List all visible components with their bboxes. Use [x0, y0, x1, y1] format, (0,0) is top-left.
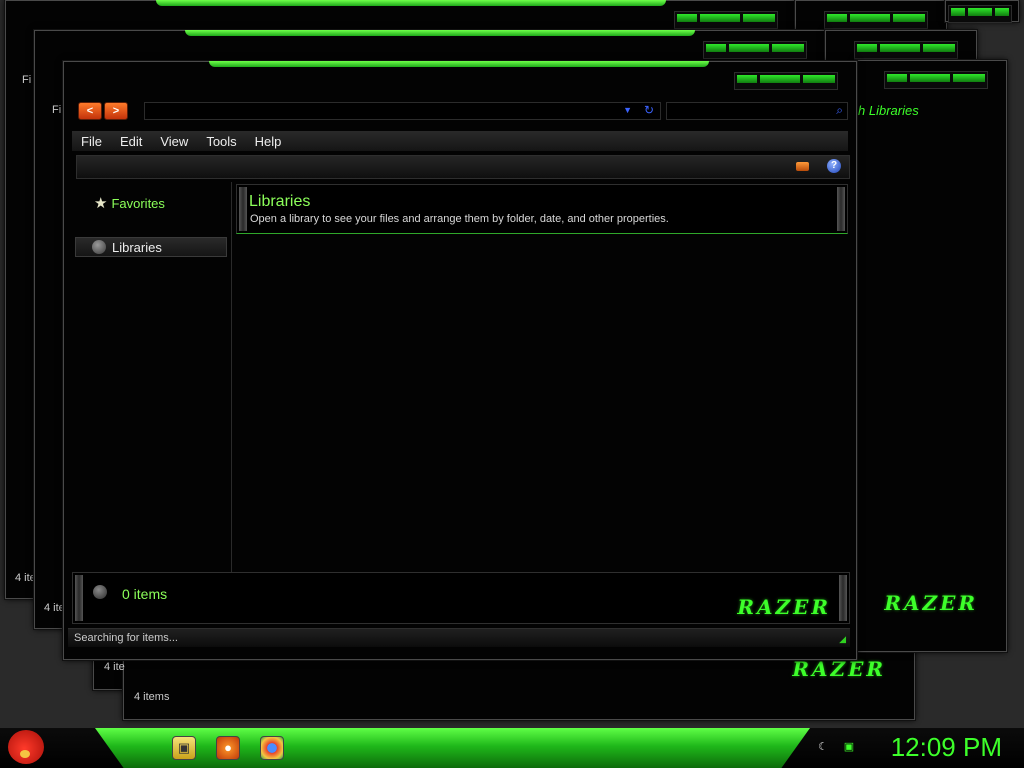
- firefox-icon[interactable]: ●: [216, 736, 240, 760]
- preview-pane-icon[interactable]: [796, 162, 809, 171]
- moon-icon[interactable]: ☾: [816, 740, 830, 754]
- forward-button[interactable]: >: [104, 102, 128, 120]
- search-fragment: h Libraries: [858, 103, 919, 118]
- menu-fragment: Fi: [52, 104, 62, 116]
- start-orb-icon[interactable]: [8, 730, 44, 764]
- search-box[interactable]: ⌕: [666, 102, 848, 120]
- details-pane: 0 items RAZER: [72, 572, 850, 624]
- item-orb-icon: [93, 585, 107, 599]
- folder-icon[interactable]: ▣: [172, 736, 196, 760]
- star-icon: ★: [94, 195, 108, 212]
- explorer-window[interactable]: < > ▼ ↻ ⌕ File Edit View Tools Help ? ★ …: [63, 61, 857, 660]
- item-count-fragment: 4 ite: [44, 602, 65, 614]
- background-window-5: [825, 30, 977, 62]
- clock[interactable]: 12:09 PM: [891, 732, 1002, 763]
- navigation-buttons: < >: [78, 102, 128, 120]
- razer-logo: RAZER: [737, 595, 831, 619]
- pane-divider[interactable]: [231, 182, 232, 574]
- libraries-icon: [92, 240, 106, 254]
- menu-view[interactable]: View: [151, 134, 197, 149]
- details-cap-right: [839, 575, 847, 621]
- background-window-3: [945, 0, 1019, 23]
- search-icon[interactable]: ⌕: [836, 103, 843, 118]
- status-text: Searching for items...: [74, 632, 178, 644]
- monitor-icon[interactable]: ▣: [842, 740, 856, 754]
- nav-item-favorites[interactable]: ★ Favorites: [94, 194, 165, 212]
- item-count-fragment: 4 ite: [15, 572, 36, 584]
- chevron-down-icon[interactable]: ▼: [623, 105, 632, 115]
- address-bar[interactable]: ▼ ↻: [144, 102, 661, 120]
- page-description: Open a library to see your files and arr…: [250, 213, 669, 225]
- minimize-button[interactable]: [737, 75, 757, 83]
- item-count: 0 items: [122, 586, 168, 602]
- menu-help[interactable]: Help: [246, 134, 291, 149]
- nav-item-label: Favorites: [111, 195, 165, 211]
- menu-edit[interactable]: Edit: [111, 134, 151, 149]
- banner-cap-left: [239, 187, 247, 231]
- navigation-pane: ★ Favorites Libraries: [72, 182, 230, 574]
- taskbar: ▣ ● ☾ ▣ 12:09 PM: [0, 728, 1024, 768]
- libraries-header: Libraries Open a library to see your fil…: [236, 184, 848, 234]
- razer-logo: RAZER: [884, 591, 978, 615]
- menu-file[interactable]: File: [72, 134, 111, 149]
- refresh-icon[interactable]: ↻: [644, 103, 654, 117]
- item-count: 4 items: [134, 691, 170, 703]
- close-button[interactable]: [803, 75, 835, 83]
- chrome-icon[interactable]: [260, 736, 284, 760]
- taskbar-band: [95, 728, 810, 768]
- banner-cap-right: [837, 187, 845, 231]
- menu-tools[interactable]: Tools: [197, 134, 245, 149]
- command-bar: ?: [76, 155, 850, 179]
- menu-fragment: Fi: [22, 74, 32, 86]
- background-window-2: [795, 0, 947, 32]
- help-icon[interactable]: ?: [827, 159, 841, 173]
- resize-grip-icon[interactable]: ◢: [839, 634, 846, 645]
- item-count-fragment: 4 ite: [104, 661, 125, 673]
- background-window-8: h Libraries RAZER: [855, 60, 1007, 652]
- menu-bar: File Edit View Tools Help: [72, 131, 848, 151]
- nav-item-libraries[interactable]: Libraries: [75, 237, 227, 257]
- nav-item-label: Libraries: [112, 239, 162, 255]
- details-cap-left: [75, 575, 83, 621]
- maximize-button[interactable]: [760, 75, 800, 83]
- window-controls[interactable]: [734, 72, 838, 90]
- back-button[interactable]: <: [78, 102, 102, 120]
- status-bar: Searching for items... ◢: [68, 628, 850, 647]
- page-title: Libraries: [249, 193, 311, 210]
- razer-logo: RAZER: [792, 657, 886, 681]
